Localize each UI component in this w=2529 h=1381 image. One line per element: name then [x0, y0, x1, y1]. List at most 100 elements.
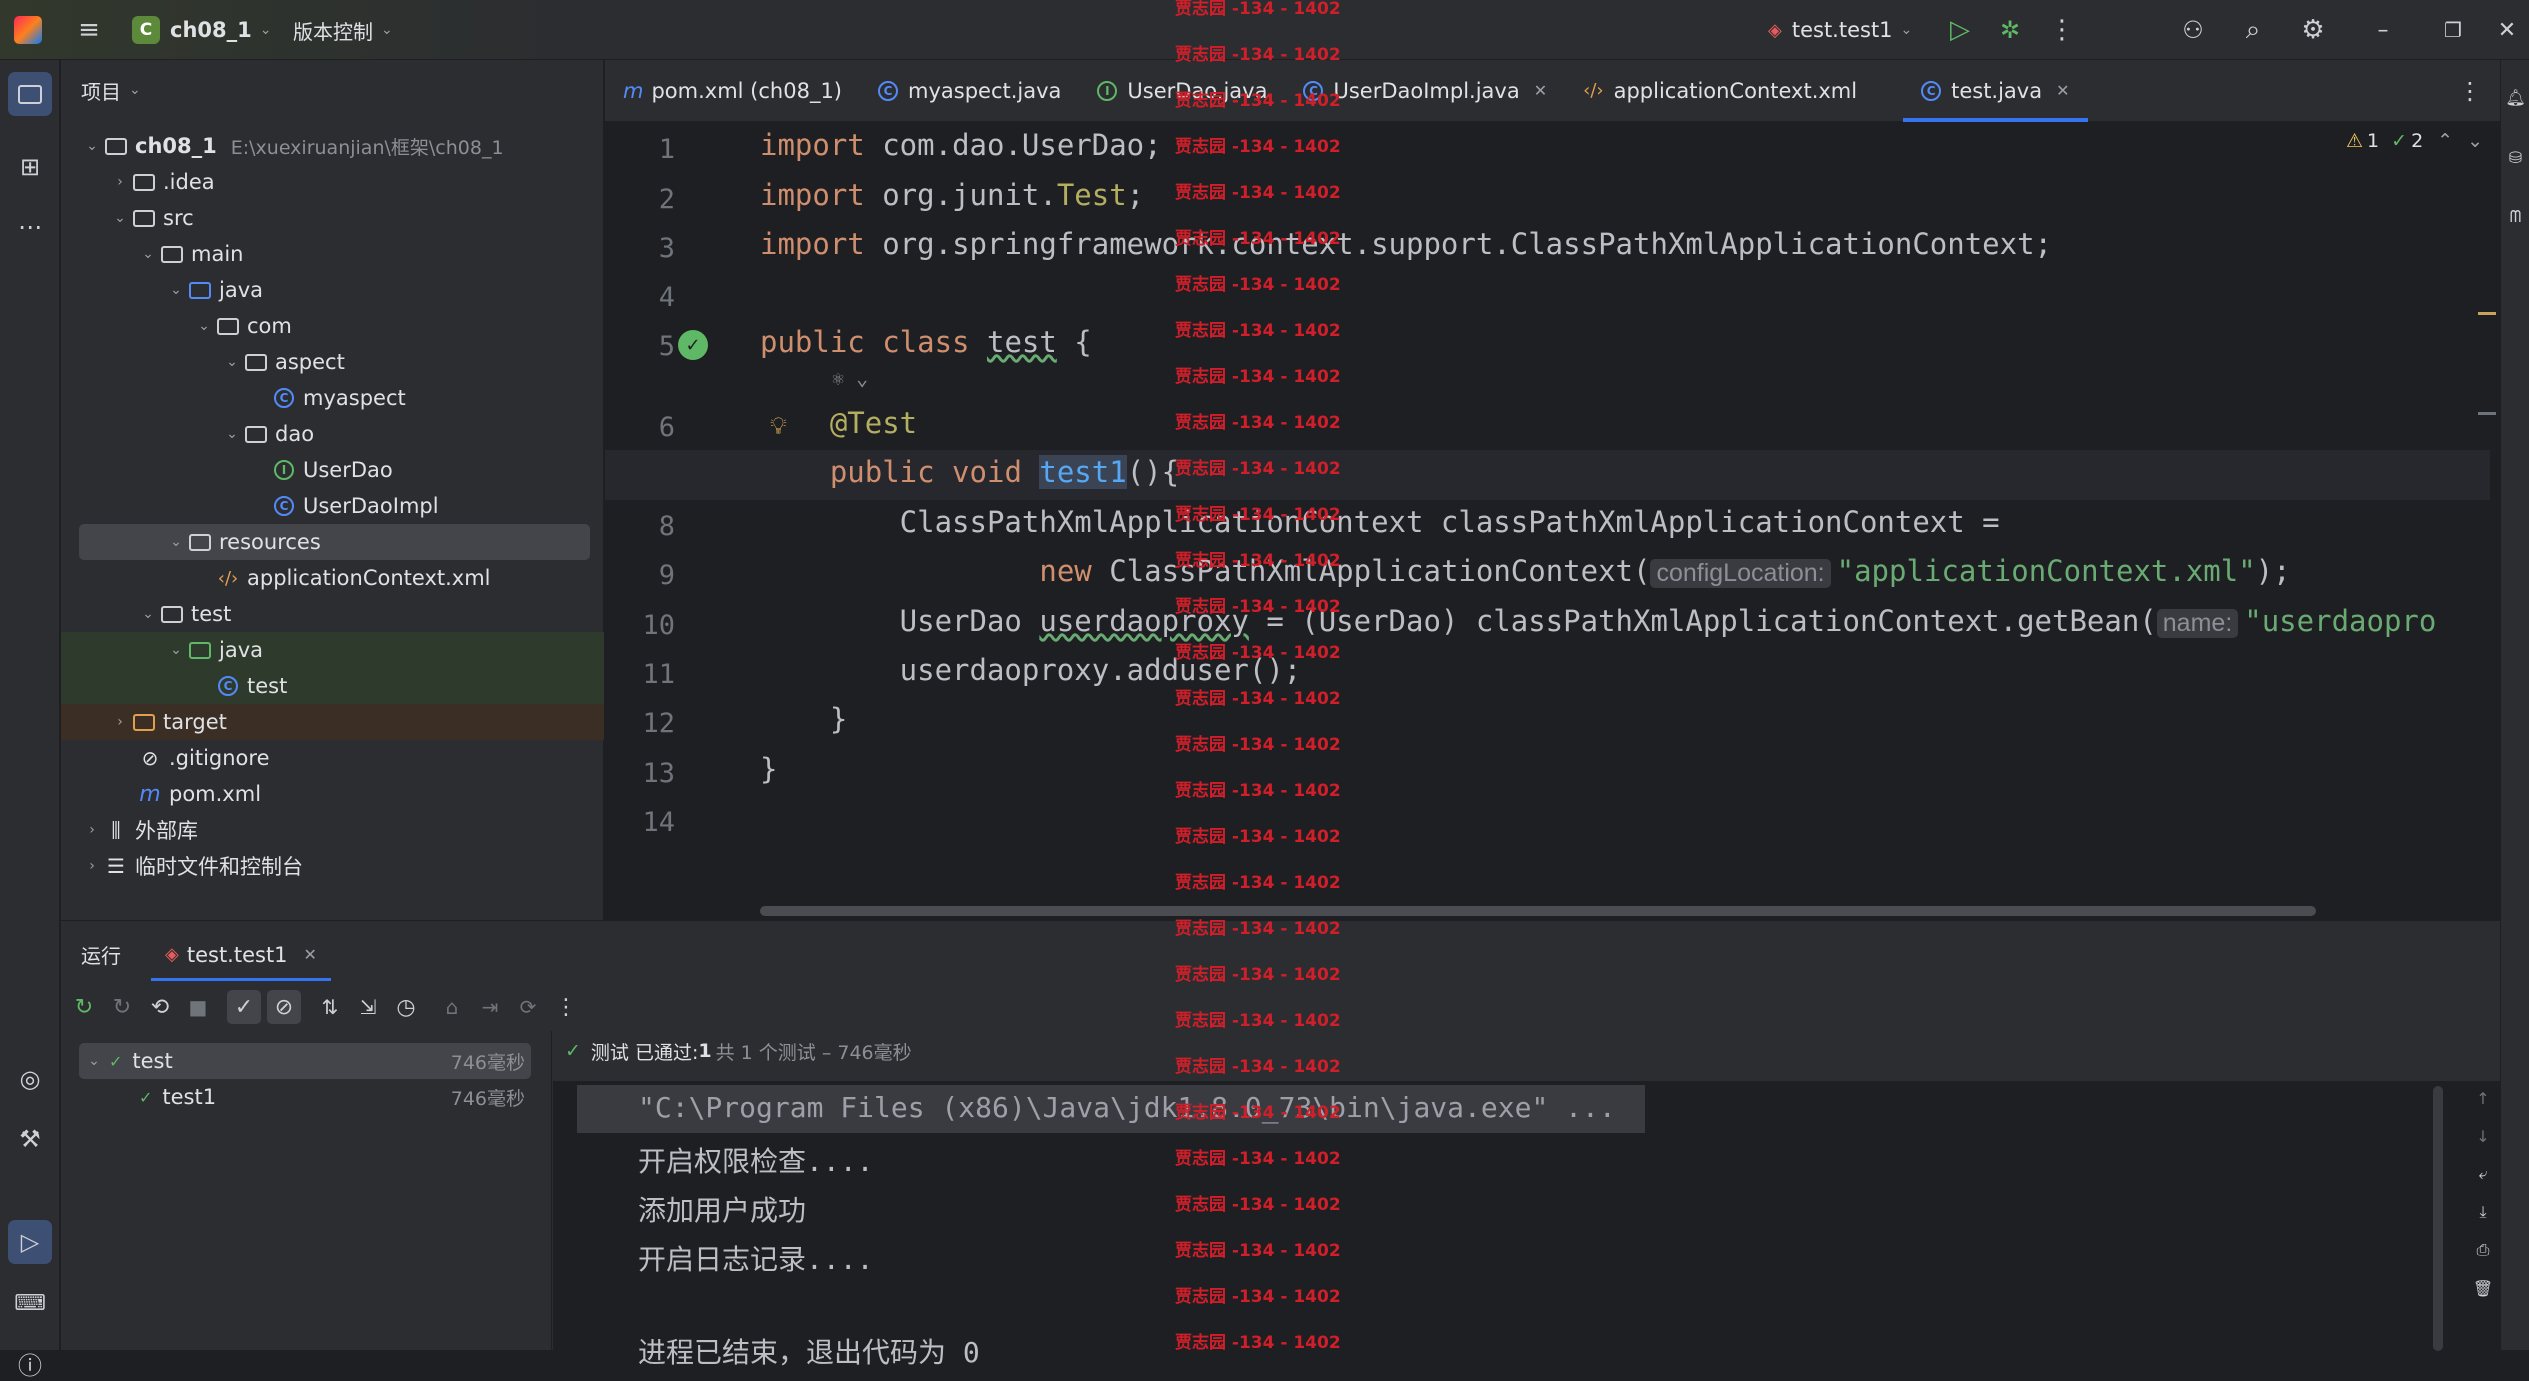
test-tree-item[interactable]: ✓ test1 746毫秒 — [79, 1079, 531, 1115]
tab-pom[interactable]: m pom.xml (ch08_1) — [605, 60, 860, 122]
tree-item-test-folder[interactable]: ⌄ test — [61, 596, 604, 632]
tree-item-userdaoimpl[interactable]: C UserDaoImpl — [61, 488, 604, 524]
sort-alpha-icon[interactable]: ⇅ — [313, 990, 347, 1024]
stop-icon[interactable]: ■ — [181, 990, 215, 1024]
test-tree-item[interactable]: ⌄ ✓ test 746毫秒 — [79, 1043, 531, 1079]
chevron-right-icon[interactable]: › — [109, 714, 131, 730]
tree-item-userdao[interactable]: I UserDao — [61, 452, 604, 488]
tree-item-target[interactable]: › target — [61, 704, 604, 740]
show-passed-icon[interactable]: ✓ — [227, 990, 261, 1024]
vcs-menu[interactable]: 版本控制 ⌄ — [293, 14, 393, 46]
restore-icon[interactable]: ❐ — [2436, 13, 2470, 47]
tree-item-root[interactable]: ⌄ ch08_1 E:\xuexiruanjian\框架\ch08_1 — [61, 128, 604, 164]
chevron-down-icon[interactable]: ⌄ — [2467, 130, 2483, 152]
structure-tool-icon[interactable]: ⊞ — [13, 150, 47, 184]
run-config-selector[interactable]: ◈ test.test1 ⌄ — [1768, 14, 1912, 46]
run-icon[interactable]: ▷ — [1943, 13, 1977, 47]
tree-item-dao[interactable]: ⌄ dao — [61, 416, 604, 452]
debug-icon[interactable]: ✲ — [1993, 13, 2027, 47]
close-tab-icon[interactable]: ✕ — [1534, 81, 1547, 100]
tab-test[interactable]: Ctest.java ✕ — [1903, 60, 2088, 122]
chevron-right-icon[interactable]: › — [81, 858, 103, 874]
history-icon[interactable]: ◷ — [389, 990, 423, 1024]
maven-icon[interactable]: ᗰ — [2501, 200, 2529, 234]
tree-item-main[interactable]: ⌄ main — [61, 236, 604, 272]
export-icon[interactable]: ⇥ — [473, 990, 507, 1024]
chevron-down-icon[interactable]: ⌄ — [165, 282, 187, 298]
database-icon[interactable]: ⛁ — [2501, 140, 2529, 174]
project-panel-header[interactable]: 项目 ⌄ — [81, 74, 141, 106]
clear-icon[interactable]: 🗑︎ — [2466, 1271, 2500, 1305]
tab-myaspect[interactable]: Cmyaspect.java — [860, 60, 1079, 122]
tree-item-src[interactable]: ⌄ src — [61, 200, 604, 236]
problems-tool-icon[interactable]: ⓘ — [13, 1346, 47, 1380]
tree-item-myaspect[interactable]: Cmyaspect — [61, 380, 604, 416]
chevron-right-icon[interactable]: › — [81, 822, 103, 838]
tree-item-external-libs[interactable]: › ⫼ 外部库 — [61, 812, 604, 848]
tab-options-icon[interactable]: ⋮ — [2453, 74, 2487, 108]
run-test-class-icon[interactable]: ✓ — [678, 330, 708, 360]
app-logo-icon[interactable] — [14, 16, 42, 44]
build-tool-icon[interactable]: ⚒ — [13, 1122, 47, 1156]
arrow-down-icon[interactable]: ↓ — [2466, 1119, 2500, 1153]
chevron-down-icon[interactable]: ⌄ — [137, 606, 159, 622]
project-tool-icon[interactable] — [8, 72, 52, 116]
rerun-failed-icon[interactable]: ↻ — [105, 990, 139, 1024]
tree-item-test-java[interactable]: ⌄ java — [61, 632, 604, 668]
tree-item-test-class[interactable]: Ctest — [61, 668, 604, 704]
tab-appcontext[interactable]: ‹/› applicationContext.xml — [1565, 60, 1875, 122]
console-scrollbar[interactable] — [2433, 1086, 2443, 1351]
chevron-down-icon[interactable]: ⌄ — [109, 210, 131, 226]
inspections-widget[interactable]: ⚠ 1 ✓ 2 ⌃ ⌄ — [2346, 130, 2483, 152]
tree-item-java[interactable]: ⌄ java — [61, 272, 604, 308]
toggle-auto-test-icon[interactable]: ⟲ — [143, 990, 177, 1024]
close-tab-icon[interactable]: ✕ — [304, 945, 317, 964]
main-menu-icon[interactable]: ≡ — [72, 13, 106, 47]
print-icon[interactable]: ⎙ — [2466, 1233, 2500, 1267]
passed-icon: ✓ — [139, 1087, 153, 1107]
tree-item-pom[interactable]: m pom.xml — [61, 776, 604, 812]
chevron-down-icon[interactable]: ⌄ — [221, 426, 243, 442]
chevron-right-icon[interactable]: › — [109, 174, 131, 190]
chevron-down-icon[interactable]: ⌄ — [193, 318, 215, 334]
sort-duration-icon[interactable]: ⇲ — [351, 990, 385, 1024]
close-window-icon[interactable]: ✕ — [2490, 13, 2524, 47]
chevron-down-icon[interactable]: ⌄ — [165, 642, 187, 658]
settings-gear-icon[interactable]: ⚙ — [2296, 13, 2330, 47]
run-tab[interactable]: ◈ test.test1 ✕ — [151, 931, 331, 981]
more-actions-icon[interactable]: ⋮ — [2045, 13, 2079, 47]
chevron-down-icon[interactable]: ⌄ — [221, 354, 243, 370]
close-tab-icon[interactable]: ✕ — [2056, 81, 2069, 100]
tree-item-scratches[interactable]: › ☰ 临时文件和控制台 — [61, 848, 604, 884]
add-user-icon[interactable]: ⚇ — [2176, 13, 2210, 47]
chevron-down-icon[interactable]: ⌄ — [79, 1053, 109, 1069]
minimize-icon[interactable]: – — [2366, 13, 2400, 47]
console-output[interactable]: "C:\Program Files (x86)\Java\jdk1.8.0_73… — [553, 1081, 2500, 1369]
chevron-down-icon[interactable]: ⌄ — [137, 246, 159, 262]
tree-item-com[interactable]: ⌄ com — [61, 308, 604, 344]
horizontal-scrollbar[interactable] — [760, 906, 2316, 916]
tree-item-gitignore[interactable]: ⊘ .gitignore — [61, 740, 604, 776]
tree-item-appcontext[interactable]: ‹/› applicationContext.xml — [61, 560, 604, 596]
terminal-tool-icon[interactable]: ⌨ — [13, 1286, 47, 1320]
services-tool-icon[interactable]: ◎ — [13, 1062, 47, 1096]
chevron-up-icon[interactable]: ⌃ — [2437, 130, 2453, 152]
tree-item-resources[interactable]: ⌄ resources — [79, 524, 590, 560]
arrow-up-icon[interactable]: ↑ — [2466, 1081, 2500, 1115]
run-tool-icon[interactable]: ▷ — [8, 1220, 52, 1264]
more-tools-icon[interactable]: ⋯ — [13, 210, 47, 244]
soft-wrap-icon[interactable]: ⤶ — [2466, 1157, 2500, 1191]
rerun-icon[interactable]: ↻ — [67, 990, 101, 1024]
more-actions-icon[interactable]: ⋮ — [549, 990, 583, 1024]
chevron-down-icon[interactable]: ⌄ — [81, 138, 103, 154]
tree-item-idea[interactable]: › .idea — [61, 164, 604, 200]
notifications-icon[interactable]: 🔔︎ — [2501, 80, 2529, 114]
search-icon[interactable]: ⌕ — [2236, 13, 2270, 47]
project-selector[interactable]: C ch08_1 ⌄ — [132, 14, 271, 46]
chevron-down-icon[interactable]: ⌄ — [165, 534, 187, 550]
screenshot-icon[interactable]: ⌂ — [435, 990, 469, 1024]
tree-item-aspect[interactable]: ⌄ aspect — [61, 344, 604, 380]
scroll-to-end-icon[interactable]: ⤓ — [2466, 1195, 2500, 1229]
show-ignored-icon[interactable]: ⊘ — [267, 990, 301, 1024]
import-icon[interactable]: ⟳ — [511, 990, 545, 1024]
